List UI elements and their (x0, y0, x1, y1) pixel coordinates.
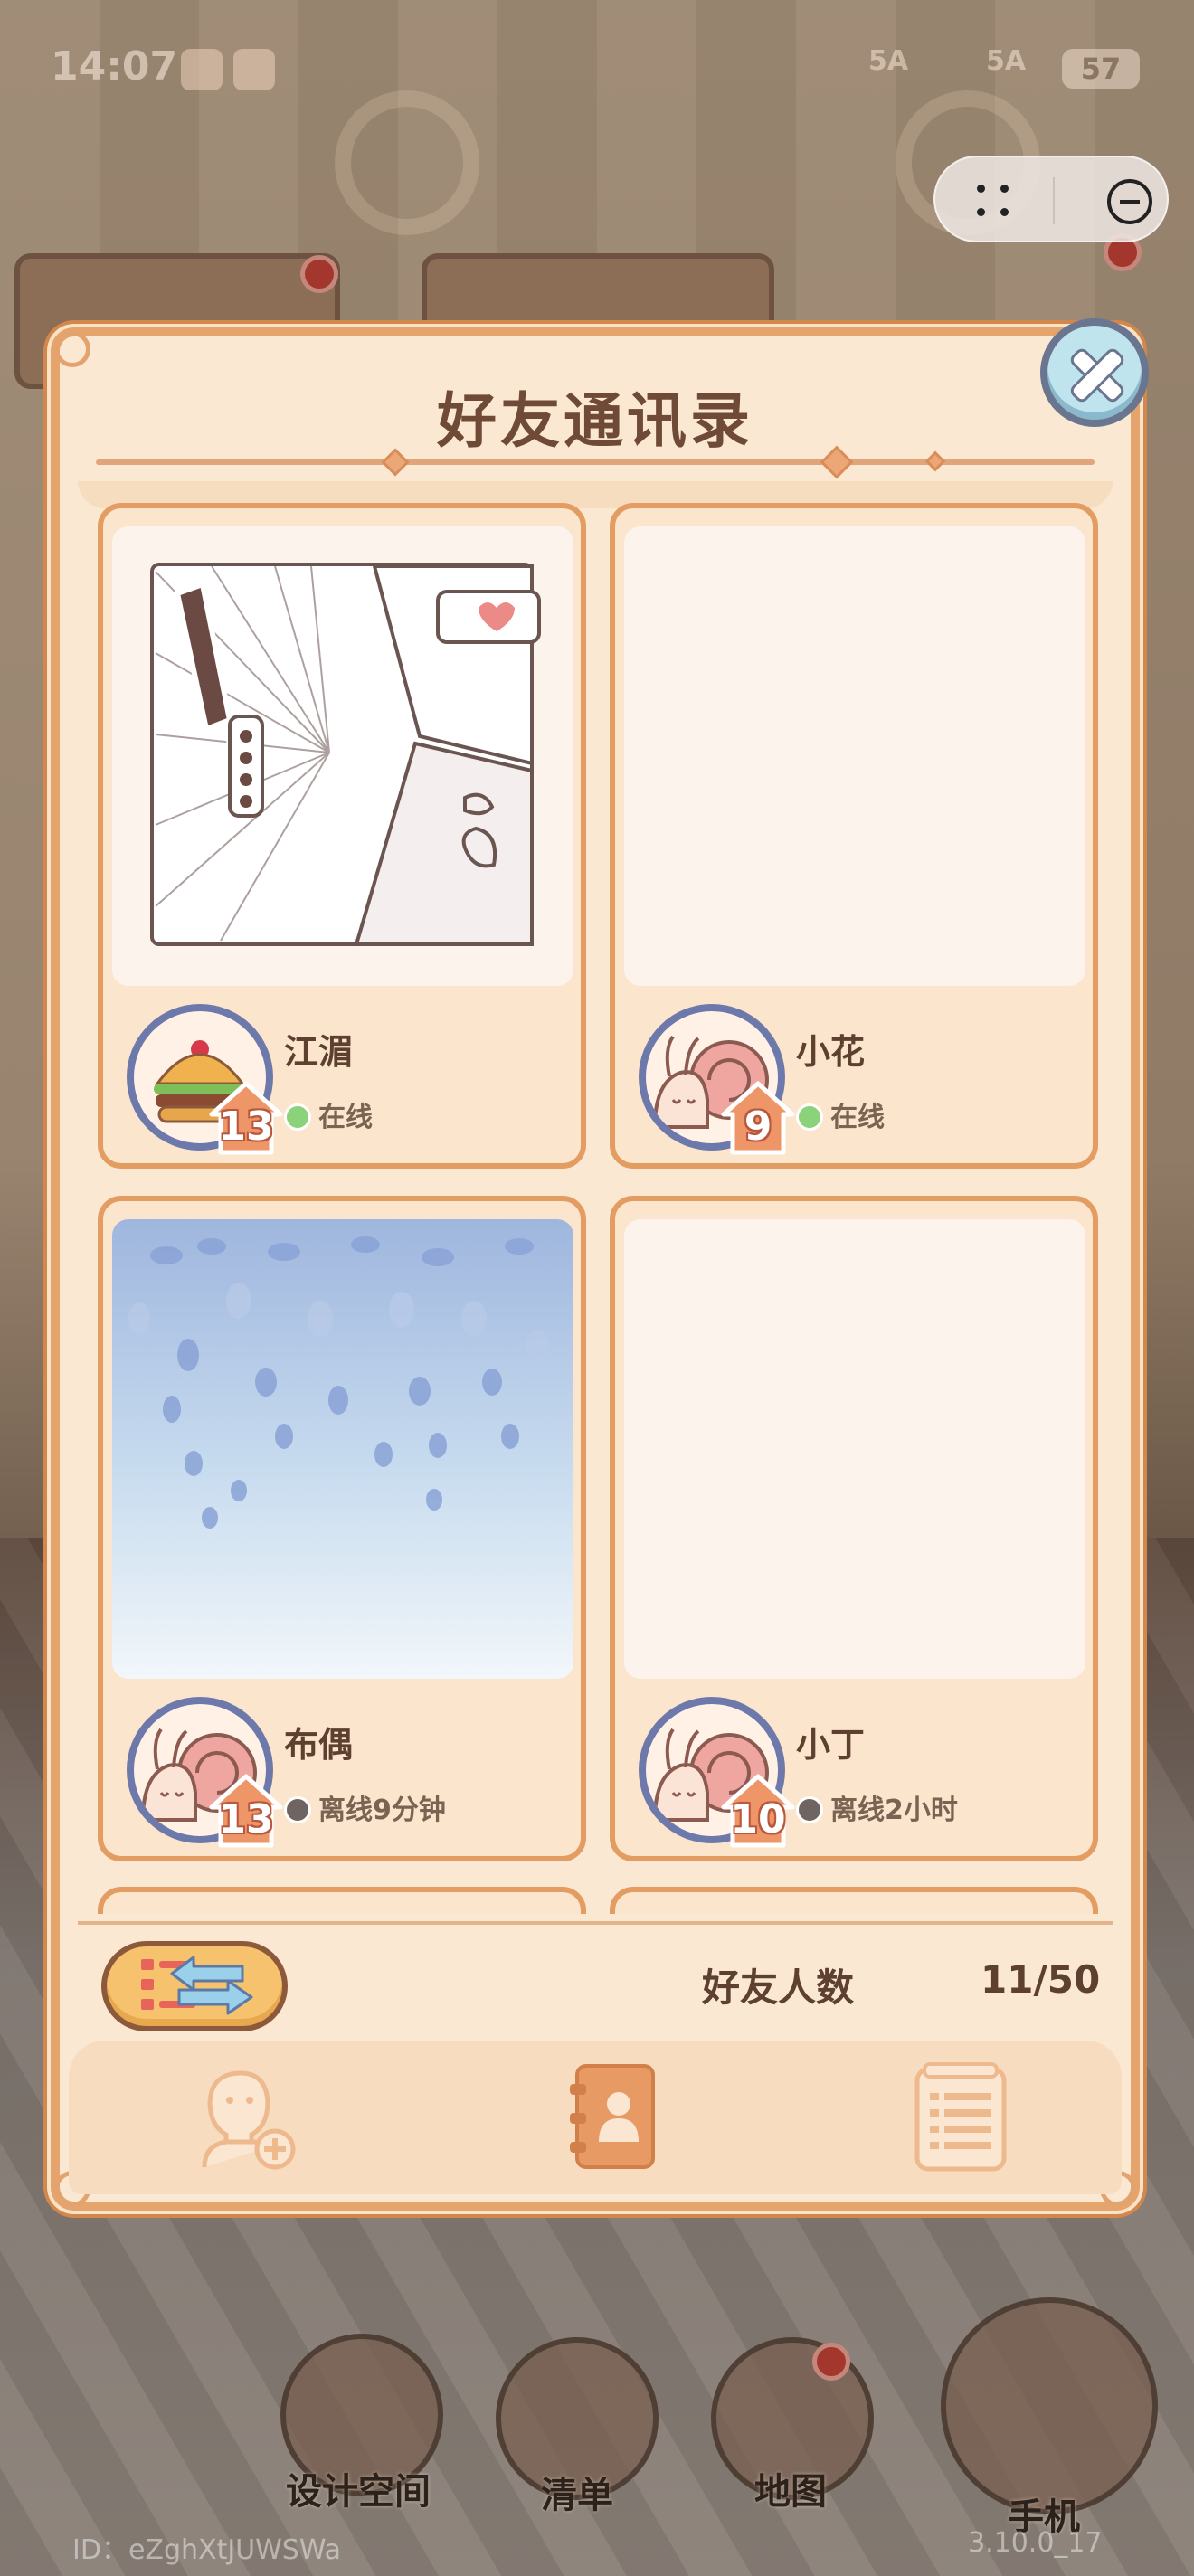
checklist-label: 清单 (541, 2475, 613, 2516)
friend-card[interactable]: 9 小花 在线 (610, 503, 1098, 1169)
friend-name: 江湄 (284, 1032, 354, 1072)
status-time: 14:07 (51, 43, 178, 90)
level-badge: 10 (720, 1773, 796, 1849)
sun-decoration-icon (335, 90, 479, 235)
online-status: 在线 (796, 1094, 885, 1134)
network-label: 5A (868, 45, 909, 77)
home-thumbnail-wisteria (112, 1219, 573, 1679)
tab-add-friend[interactable] (186, 2059, 304, 2176)
online-dot-icon (796, 1103, 823, 1131)
home-thumbnail-comic (112, 526, 573, 986)
level-badge: 13 (208, 1773, 284, 1849)
sort-switch-button[interactable] (101, 1941, 288, 2031)
offline-dot-icon (284, 1796, 311, 1823)
level-badge: 13 (208, 1080, 284, 1156)
notification-app-icon (181, 49, 223, 90)
notification-app-icon (233, 49, 275, 90)
list-icon (914, 2062, 1007, 2172)
friend-card[interactable]: 13 江湄 在线 (98, 503, 586, 1169)
level-badge: 9 (720, 1080, 796, 1156)
battery-icon: 57 (1062, 49, 1140, 89)
close-button[interactable] (1040, 318, 1149, 427)
offline-status: 离线9分钟 (284, 1787, 446, 1827)
contacts-book-icon (570, 2064, 655, 2169)
friend-card-partial[interactable] (610, 1887, 1098, 1914)
status-bar: 14:07 5A 5A 57 (0, 36, 1194, 99)
friend-card[interactable]: 13 布偶 离线9分钟 (98, 1196, 586, 1861)
notification-dot-icon (812, 2343, 850, 2381)
map-label: 地图 (754, 2471, 827, 2513)
home-thumbnail-blank (624, 526, 1085, 986)
dialog-tabbar (69, 2041, 1122, 2194)
player-id: ID：eZghXtJUWSWa (72, 2534, 341, 2566)
dialog-header: 好友通讯录 (78, 346, 1113, 481)
friend-count-label: 好友人数 (702, 1965, 855, 2010)
friend-card[interactable]: 10 小丁 离线2小时 (610, 1196, 1098, 1861)
dialog-title: 好友通讯录 (437, 386, 753, 456)
friend-card-partial[interactable] (98, 1887, 586, 1914)
home-thumbnail-blank (624, 1219, 1085, 1679)
friend-name: 小花 (796, 1032, 866, 1072)
miniprogram-capsule (933, 156, 1169, 242)
offline-dot-icon (796, 1796, 823, 1823)
online-dot-icon (284, 1103, 311, 1131)
tab-list[interactable] (897, 2059, 1015, 2176)
add-friend-icon (202, 2070, 296, 2170)
network-label: 5A (986, 45, 1027, 77)
design-space-label: 设计空间 (286, 2471, 431, 2513)
friend-name: 布偶 (284, 1725, 354, 1765)
footer-divider (78, 1921, 1113, 1925)
friend-contacts-dialog: 好友通讯录 13 江湄 在线 9 小花 在线 13 布偶 离线9分钟 10 小丁… (51, 327, 1140, 2211)
friend-name: 小丁 (796, 1725, 866, 1765)
offline-status: 离线2小时 (796, 1787, 958, 1827)
notification-dot-icon (300, 255, 338, 293)
minimize-icon[interactable] (1107, 179, 1152, 224)
phone-button[interactable] (941, 2297, 1158, 2514)
capsule-divider (1053, 177, 1055, 224)
online-status: 在线 (284, 1094, 373, 1134)
version-label: 3.10.0_17 (968, 2527, 1103, 2559)
friend-count-value: 11/50 (981, 1957, 1101, 2002)
tab-contacts[interactable] (550, 2059, 668, 2176)
more-dots-icon[interactable] (973, 179, 1017, 223)
